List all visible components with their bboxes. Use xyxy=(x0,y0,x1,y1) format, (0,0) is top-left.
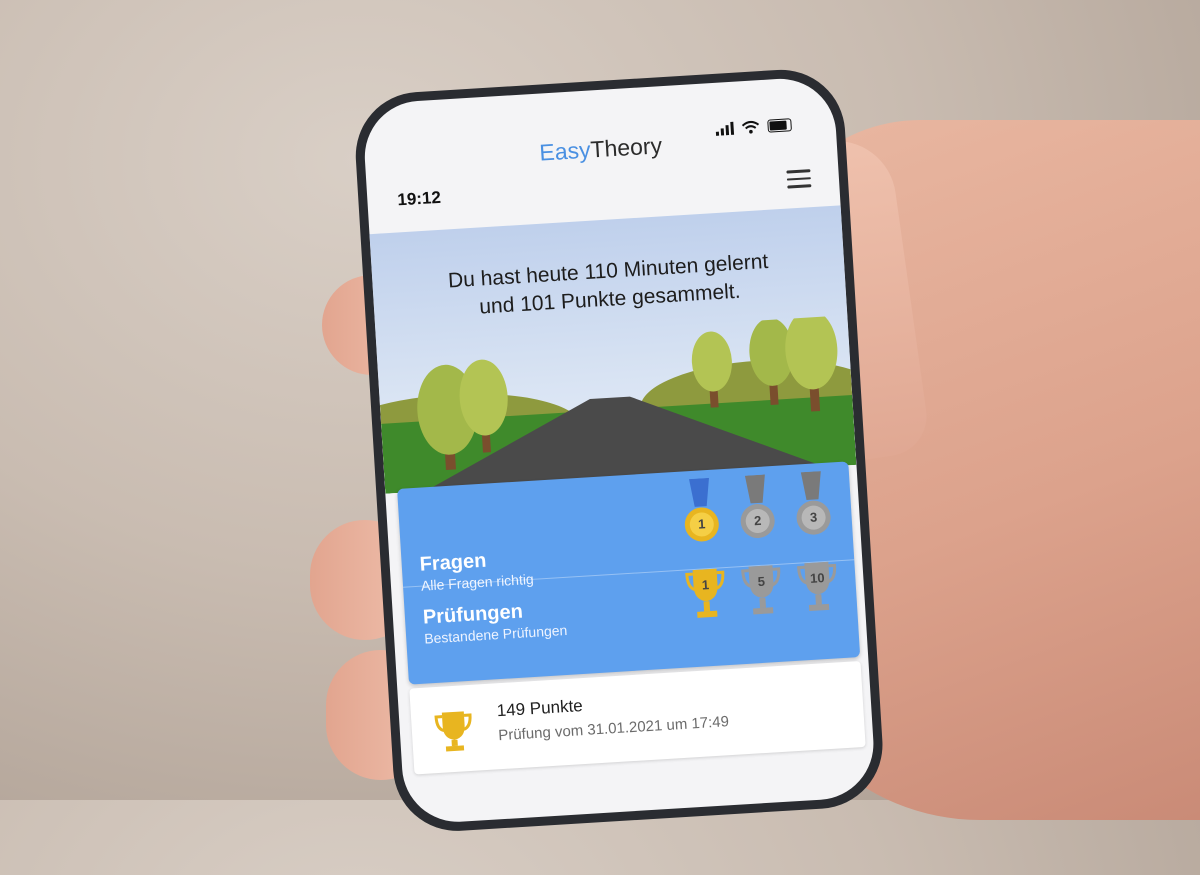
badge-label: 10 xyxy=(809,570,825,586)
medal-icon: 3 xyxy=(789,470,837,543)
badge-label: 3 xyxy=(809,509,818,525)
badge-label: 2 xyxy=(753,512,762,529)
phone-frame: 19:12 EasyTheory Du hast heute 110 Minut… xyxy=(352,66,887,835)
hamburger-menu-icon[interactable] xyxy=(786,169,812,193)
badge-label: 1 xyxy=(701,577,710,593)
daily-summary-text: Du hast heute 110 Minuten gelernt und 10… xyxy=(392,245,827,327)
trophy-badges: 1 5 10 xyxy=(682,551,842,630)
trophy-icon: 10 xyxy=(794,551,842,624)
achievements-card[interactable]: Fragen Alle Fragen richtig 1 2 3 Prüfung… xyxy=(397,461,861,685)
trophy-icon xyxy=(434,711,472,752)
history-points: 149 Punkte xyxy=(496,696,584,721)
medal-badges: 1 2 3 xyxy=(677,470,837,549)
trophy-icon: 1 xyxy=(682,558,730,631)
badge-label: 1 xyxy=(697,516,706,532)
medal-icon: 1 xyxy=(677,477,725,550)
app-title-theory: Theory xyxy=(589,132,663,163)
trophy-icon: 5 xyxy=(738,555,786,628)
app-title-easy: Easy xyxy=(538,136,592,166)
medal-icon: 2 xyxy=(733,474,781,547)
phone: 19:12 EasyTheory Du hast heute 110 Minut… xyxy=(352,63,939,875)
badge-label: 5 xyxy=(757,573,766,590)
daily-summary-banner: Du hast heute 110 Minuten gelernt und 10… xyxy=(369,205,857,494)
phone-screen: 19:12 EasyTheory Du hast heute 110 Minut… xyxy=(361,75,877,826)
achievement-title: Fragen xyxy=(419,549,487,576)
